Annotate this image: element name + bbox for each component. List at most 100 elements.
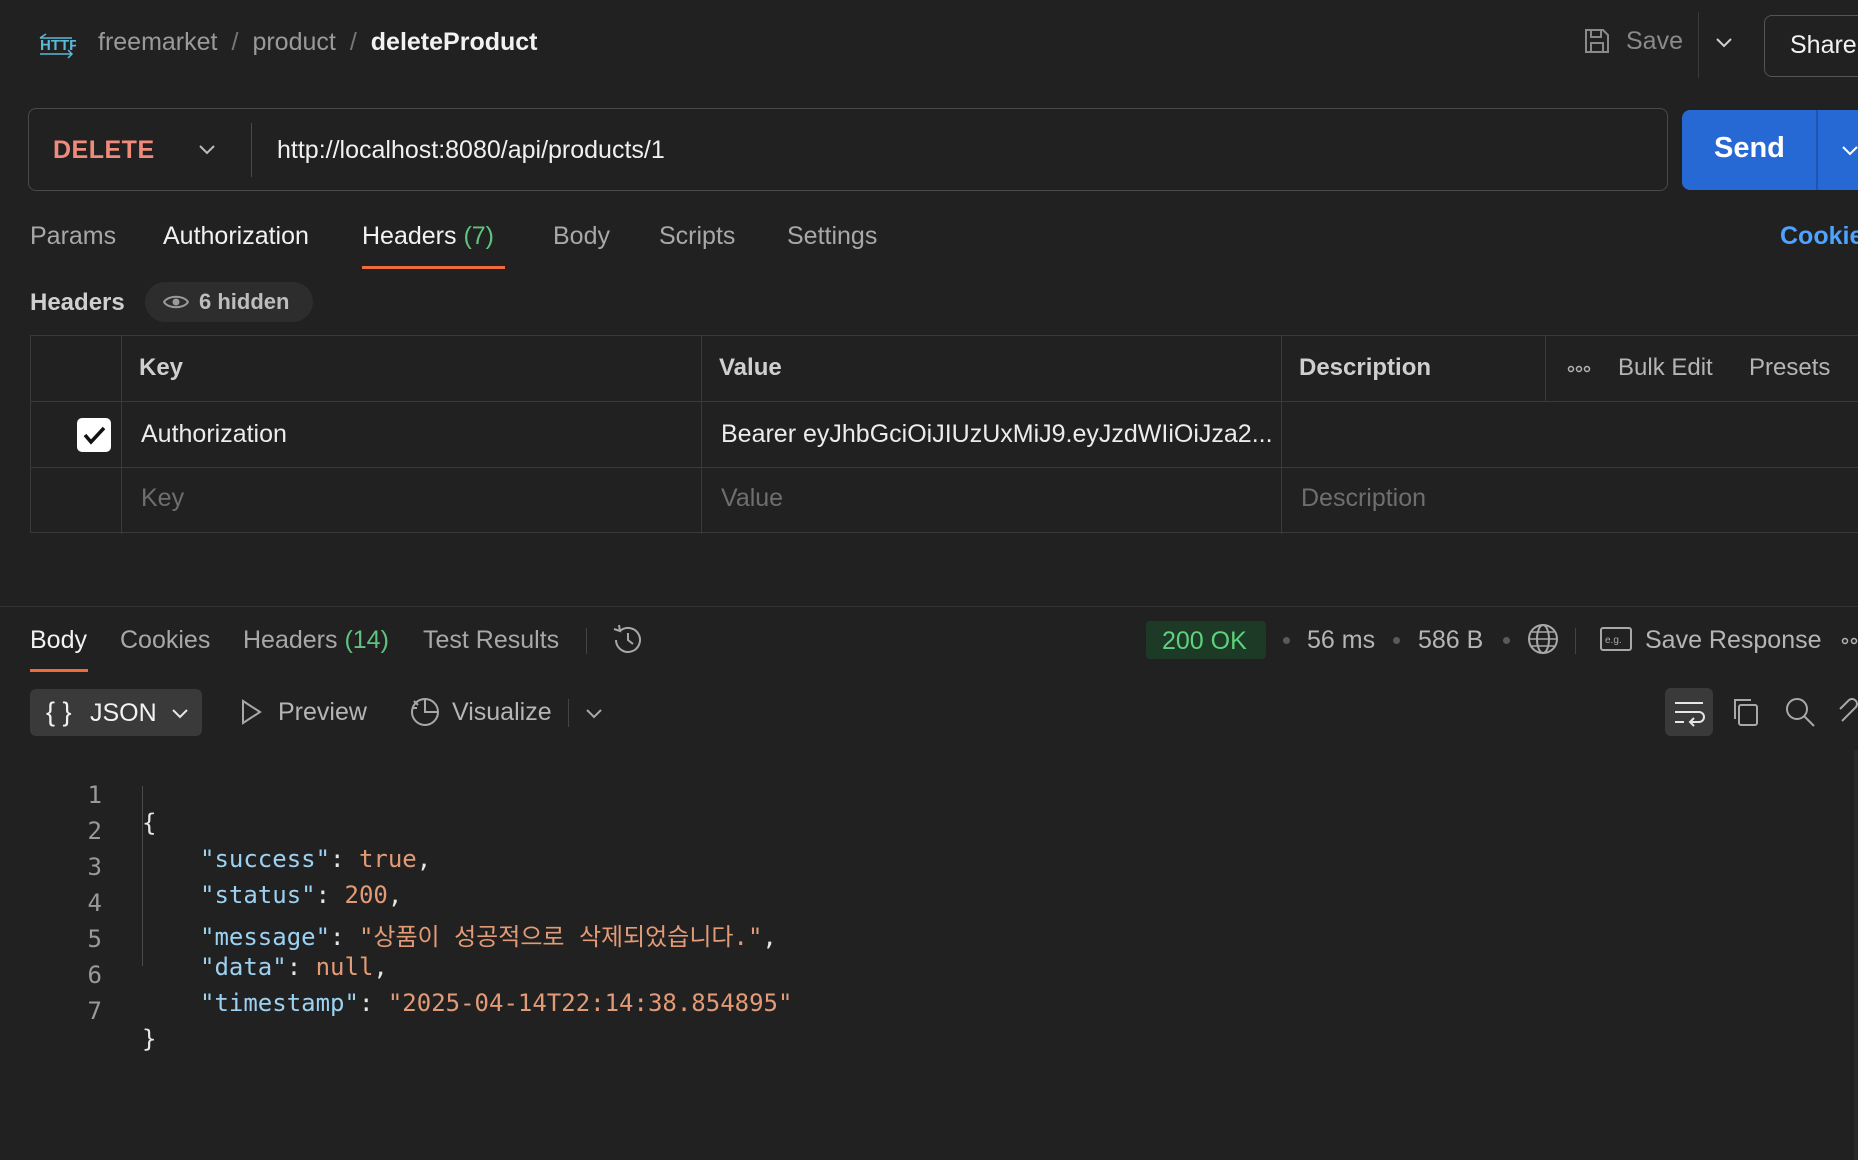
code-line: 3 "status": 200, xyxy=(0,825,1000,909)
response-time[interactable]: 56 ms xyxy=(1307,626,1375,655)
breadcrumb-folder[interactable]: product xyxy=(252,28,335,57)
header-value-cell[interactable]: Bearer eyJhbGciOiJIUzUxMiJ9.eyJzdWIiOiJz… xyxy=(721,420,1273,449)
header-enabled-checkbox[interactable] xyxy=(77,418,111,452)
breadcrumb-collection[interactable]: freemarket xyxy=(98,28,217,57)
tab-response-cookies[interactable]: Cookies xyxy=(120,626,210,655)
close-brace: } xyxy=(142,1025,157,1053)
tab-response-headers[interactable]: Headers (14) xyxy=(243,626,389,655)
send-label: Send xyxy=(1714,132,1785,164)
chevron-down-icon[interactable] xyxy=(1712,30,1736,54)
ellipsis-icon[interactable] xyxy=(1840,636,1858,646)
column-divider xyxy=(701,336,702,534)
new-value-input[interactable]: Value xyxy=(721,484,783,513)
method-select[interactable]: DELETE xyxy=(53,136,155,165)
top-bar: HTTP freemarket / product / deleteProduc… xyxy=(0,0,1858,92)
url-input[interactable]: http://localhost:8080/api/products/1 xyxy=(277,136,665,165)
chevron-down-icon[interactable] xyxy=(195,137,219,161)
hidden-headers-toggle[interactable]: 6 hidden xyxy=(145,282,313,322)
scrollbar[interactable] xyxy=(1854,750,1858,1160)
hidden-count-label: 6 hidden xyxy=(199,289,290,314)
divider xyxy=(586,628,587,654)
divider xyxy=(1698,12,1699,78)
history-icon[interactable] xyxy=(610,623,646,657)
separator-dot xyxy=(1503,637,1510,644)
response-size[interactable]: 586 B xyxy=(1418,626,1483,655)
divider xyxy=(568,699,569,727)
code-line: 1 { xyxy=(0,753,1000,837)
new-description-input[interactable]: Description xyxy=(1301,484,1426,513)
breadcrumb-separator: / xyxy=(349,28,357,56)
active-tab-indicator xyxy=(362,266,505,269)
column-header-key: Key xyxy=(139,354,184,381)
presets-dropdown[interactable]: Presets xyxy=(1749,354,1830,382)
bulk-edit-button[interactable]: Bulk Edit xyxy=(1618,354,1713,382)
save-button[interactable]: Save xyxy=(1582,26,1683,56)
tab-scripts[interactable]: Scripts xyxy=(659,222,735,251)
play-icon xyxy=(242,699,262,725)
ellipsis-icon[interactable] xyxy=(1567,364,1591,374)
pane-divider[interactable] xyxy=(0,606,1858,607)
chevron-down-icon xyxy=(172,709,188,719)
active-tab-indicator xyxy=(30,669,88,672)
svg-text:HTTP: HTTP xyxy=(40,37,76,54)
column-divider xyxy=(121,336,122,534)
code-line: 2 "success": true, xyxy=(0,789,1000,873)
separator-dot xyxy=(1393,637,1400,644)
search-icon[interactable] xyxy=(1783,695,1817,729)
braces-icon: { } xyxy=(46,697,72,727)
tab-headers-label: Headers xyxy=(362,222,457,250)
tab-body[interactable]: Body xyxy=(553,222,610,251)
new-key-input[interactable]: Key xyxy=(141,484,184,513)
visualize-icon xyxy=(411,698,439,726)
eye-icon xyxy=(163,295,189,309)
format-select[interactable]: { } JSON xyxy=(30,689,202,736)
globe-icon[interactable] xyxy=(1526,622,1560,656)
tab-test-results[interactable]: Test Results xyxy=(423,626,559,655)
http-icon: HTTP xyxy=(39,33,76,59)
tab-response-body[interactable]: Body xyxy=(30,626,87,655)
preview-button[interactable]: Preview xyxy=(278,698,367,727)
column-divider xyxy=(1545,336,1546,402)
column-divider xyxy=(1281,336,1282,534)
save-label: Save xyxy=(1626,26,1683,55)
copy-icon[interactable] xyxy=(1729,695,1763,729)
tab-response-headers-count: (14) xyxy=(344,626,389,654)
send-button[interactable]: Send xyxy=(1682,110,1858,190)
code-line: 4 "message": "상품이 성공적으로 삭제되었습니다.", xyxy=(0,861,1000,951)
column-header-description: Description xyxy=(1299,354,1432,381)
save-response-button[interactable]: Save Response xyxy=(1645,626,1822,655)
request-name[interactable]: deleteProduct xyxy=(371,28,538,57)
wrap-lines-button[interactable] xyxy=(1665,688,1713,736)
tab-headers-count: (7) xyxy=(463,222,495,250)
chevron-down-icon[interactable] xyxy=(1838,138,1858,162)
status-badge[interactable]: 200 OK xyxy=(1146,621,1266,659)
divider xyxy=(1575,628,1576,654)
headers-table: Key Value Description Bulk Edit Presets … xyxy=(30,335,1858,534)
svg-text:e.g.: e.g. xyxy=(1605,635,1622,646)
tab-settings[interactable]: Settings xyxy=(787,222,877,251)
visualize-button[interactable]: Visualize xyxy=(452,698,552,727)
header-key-cell[interactable]: Authorization xyxy=(141,420,691,449)
separator-dot xyxy=(1283,637,1290,644)
tab-authorization[interactable]: Authorization xyxy=(163,222,309,251)
share-button[interactable]: Share xyxy=(1764,15,1858,77)
code-line: 5 "data": null, xyxy=(0,897,1000,981)
save-response-icon: e.g. xyxy=(1600,627,1632,651)
column-header-value: Value xyxy=(719,354,782,381)
code-line: 6 "timestamp": "2025-04-14T22:14:38.8548… xyxy=(0,933,1000,1017)
code-line: 7 } xyxy=(0,969,1000,1053)
check-icon xyxy=(83,426,106,445)
cookies-link[interactable]: Cookie xyxy=(1780,222,1858,251)
link-icon[interactable] xyxy=(1836,695,1858,729)
headers-section-title: Headers xyxy=(30,289,125,316)
line-number: 7 xyxy=(87,997,102,1025)
tab-params[interactable]: Params xyxy=(30,222,116,251)
divider xyxy=(1816,110,1818,190)
format-label: JSON xyxy=(90,699,157,727)
tab-response-headers-label: Headers xyxy=(243,626,338,654)
breadcrumb-separator: / xyxy=(231,28,239,56)
tab-headers[interactable]: Headers (7) xyxy=(362,222,494,251)
chevron-down-icon[interactable] xyxy=(582,701,606,725)
divider xyxy=(251,123,252,177)
wrap-icon xyxy=(1675,702,1705,727)
